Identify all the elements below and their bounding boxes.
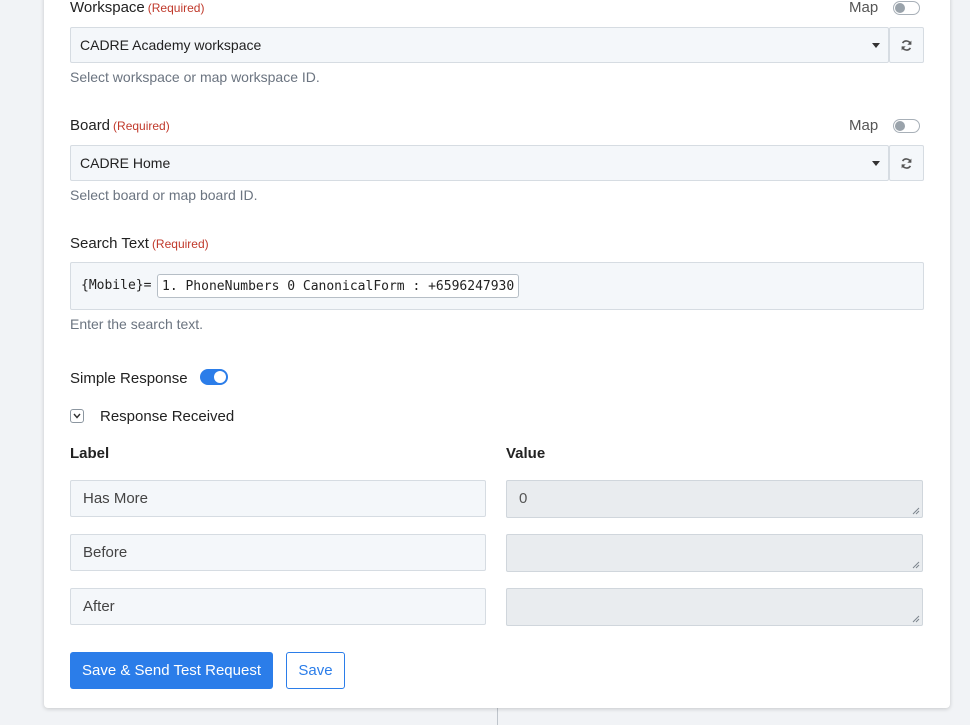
save-button[interactable]: Save xyxy=(286,652,345,689)
board-select-value: CADRE Home xyxy=(80,155,171,171)
search-text-input[interactable]: {Mobile}= 1. PhoneNumbers 0 CanonicalFor… xyxy=(70,262,924,310)
response-received-label: Response Received xyxy=(100,408,235,425)
value-column-header: Value xyxy=(506,445,546,462)
toggle-knob xyxy=(214,371,226,383)
search-text-required: (Required) xyxy=(151,237,209,251)
mapped-field-token[interactable]: 1. PhoneNumbers 0 CanonicalForm : +65962… xyxy=(157,274,520,298)
resize-grip-icon[interactable] xyxy=(912,615,920,623)
dropdown-caret-icon xyxy=(872,161,880,166)
workspace-select-value: CADRE Academy workspace xyxy=(80,37,262,53)
board-select[interactable]: CADRE Home xyxy=(70,145,889,181)
response-label-text: After xyxy=(83,598,115,615)
board-label-row: Board (Required) xyxy=(70,117,170,135)
response-label-text: Has More xyxy=(83,490,149,507)
board-required: (Required) xyxy=(113,119,170,133)
label-column-header: Label xyxy=(70,445,110,462)
dropdown-caret-icon xyxy=(872,43,880,48)
simple-response-label: Simple Response xyxy=(70,370,188,387)
board-map-toggle[interactable] xyxy=(893,119,920,133)
search-text-prefix: {Mobile}= xyxy=(81,278,152,293)
save-send-test-button[interactable]: Save & Send Test Request xyxy=(70,652,273,689)
simple-response-toggle[interactable] xyxy=(200,369,228,385)
workspace-select[interactable]: CADRE Academy workspace xyxy=(70,27,889,63)
response-value-field[interactable] xyxy=(506,588,923,626)
workspace-refresh-button[interactable] xyxy=(889,27,924,63)
search-text-label-row: Search Text (Required) xyxy=(70,235,209,253)
workspace-map-toggle[interactable] xyxy=(893,1,920,15)
form-card: Workspace (Required) Map CADRE Academy wo… xyxy=(44,0,950,708)
workspace-label: Workspace xyxy=(70,0,145,16)
panel-divider xyxy=(497,706,498,725)
board-label: Board xyxy=(70,117,111,134)
board-refresh-button[interactable] xyxy=(889,145,924,181)
workspace-map-label: Map xyxy=(849,0,879,16)
refresh-icon xyxy=(901,157,912,169)
response-label-field[interactable]: Has More xyxy=(70,480,486,517)
workspace-required: (Required) xyxy=(147,1,205,15)
refresh-icon xyxy=(901,39,912,51)
search-text-help: Enter the search text. xyxy=(70,316,204,332)
chevron-down-icon xyxy=(73,413,81,419)
search-text-label: Search Text xyxy=(70,235,149,252)
toggle-knob xyxy=(895,121,905,131)
response-label-field[interactable]: Before xyxy=(70,534,486,571)
resize-grip-icon[interactable] xyxy=(912,561,920,569)
response-value-text: 0 xyxy=(519,490,528,507)
resize-grip-icon[interactable] xyxy=(912,507,920,515)
board-help: Select board or map board ID. xyxy=(70,187,258,203)
workspace-label-row: Workspace (Required) xyxy=(70,0,204,17)
response-label-text: Before xyxy=(83,544,128,561)
board-map-label: Map xyxy=(849,117,879,134)
workspace-help: Select workspace or map workspace ID. xyxy=(70,69,320,85)
mapped-field-token-text: 1. PhoneNumbers 0 CanonicalForm : +65962… xyxy=(162,278,515,294)
response-value-field[interactable] xyxy=(506,534,923,572)
response-value-field[interactable]: 0 xyxy=(506,480,923,518)
response-label-field[interactable]: After xyxy=(70,588,486,625)
toggle-knob xyxy=(895,3,905,13)
response-received-toggle[interactable] xyxy=(70,409,84,423)
